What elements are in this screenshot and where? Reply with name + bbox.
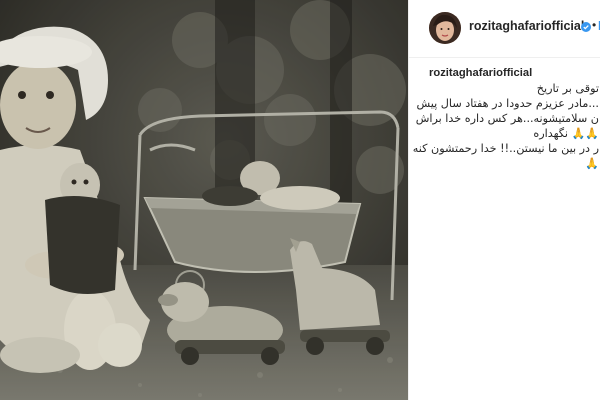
- caption-text: ...مادر عزیزم حدودا در هفتاد سال پیش: [416, 97, 599, 110]
- caption-text: توقی بر تاریخ: [536, 82, 599, 95]
- author-username[interactable]: rozitaghafariofficial: [469, 19, 584, 33]
- author-avatar[interactable]: [429, 12, 461, 44]
- caption-line: 🙏: [409, 156, 600, 171]
- avatar-image: [429, 12, 461, 44]
- post-side-panel: rozitaghafariofficial • F rozitaghafario…: [408, 0, 600, 400]
- caption-line: rozitaghafariofficial: [409, 66, 600, 81]
- caption-text: ر در بین ما نیستن..!! خدا رحمتشون کنه: [412, 142, 599, 155]
- praying-hands-icon: 🙏: [585, 157, 599, 170]
- praying-hands-icon: 🙏🙏: [571, 127, 599, 140]
- separator-dot: •: [592, 18, 597, 32]
- caption-text: نگهداره: [533, 127, 569, 140]
- caption-username[interactable]: rozitaghafariofficial: [429, 66, 532, 81]
- vintage-photo-illustration: [0, 0, 408, 400]
- caption-line: ن سلامتیشونه...هر کس داره خدا براش: [409, 111, 600, 126]
- instagram-post: rozitaghafariofficial • F rozitaghafario…: [0, 0, 600, 400]
- verified-badge-icon: [581, 22, 591, 32]
- caption-text-with-emoji: نگهداره 🙏🙏: [533, 126, 599, 141]
- caption-line: توقی بر تاریخ: [409, 81, 600, 96]
- caption-line: ر در بین ما نیستن..!! خدا رحمتشون کنه: [409, 141, 600, 156]
- post-photo[interactable]: [0, 0, 408, 400]
- post-caption: rozitaghafariofficial توقی بر تاریخ ...م…: [409, 66, 600, 171]
- caption-text: ن سلامتیشونه...هر کس داره خدا براش: [415, 112, 599, 125]
- post-header: rozitaghafariofficial • F: [409, 0, 600, 58]
- caption-line: نگهداره 🙏🙏: [409, 126, 600, 141]
- caption-line: ...مادر عزیزم حدودا در هفتاد سال پیش: [409, 96, 600, 111]
